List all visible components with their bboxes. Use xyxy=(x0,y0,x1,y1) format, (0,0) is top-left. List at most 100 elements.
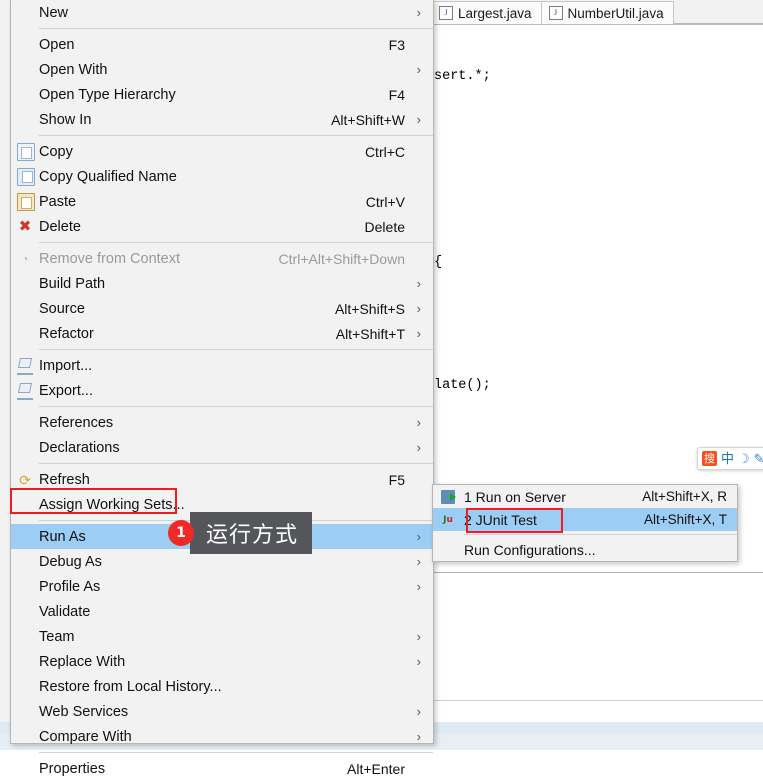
menu-item-label: Open xyxy=(39,36,75,53)
editor-tab-largest[interactable]: J Largest.java xyxy=(431,1,542,24)
menu-item-label: Build Path xyxy=(39,275,106,292)
menu-item-shortcut: Ctrl+V xyxy=(365,193,405,210)
refresh-icon: ⟳ xyxy=(19,471,31,488)
ime-mode-chinese[interactable]: 中 xyxy=(721,451,734,466)
menu-item-new[interactable]: New › xyxy=(11,0,433,25)
chevron-right-icon: › xyxy=(416,415,421,430)
menu-item-shortcut: F5 xyxy=(388,471,405,488)
menu-item-refactor[interactable]: Refactor Alt+Shift+T › xyxy=(11,321,433,346)
editor-tab-label: Largest.java xyxy=(458,5,532,21)
menu-item-open-with[interactable]: Open With › xyxy=(11,57,433,82)
editor-tab-label: NumberUtil.java xyxy=(567,5,664,21)
menu-item-import[interactable]: Import... xyxy=(11,353,433,378)
menu-item-label: Delete xyxy=(39,218,81,235)
submenu-item-shortcut: Alt+Shift+X, R xyxy=(642,489,727,504)
menu-item-references[interactable]: References › xyxy=(11,410,433,435)
menu-separator xyxy=(39,406,433,407)
menu-item-shortcut: Ctrl+C xyxy=(364,143,405,160)
code-line: late(); xyxy=(434,378,491,394)
callout-bubble: 运行方式 xyxy=(180,512,313,554)
menu-separator xyxy=(39,752,433,753)
copy-icon xyxy=(17,142,35,161)
menu-item-paste[interactable]: Paste Ctrl+V xyxy=(11,189,433,214)
chevron-right-icon: › xyxy=(416,729,421,744)
ime-toolbar[interactable]: 搜 中 ☽ ✎ xyxy=(697,447,763,470)
code-line: sert.*; xyxy=(434,69,491,85)
copy-qualified-name-icon xyxy=(17,167,35,186)
chevron-right-icon: › xyxy=(416,440,421,455)
editor-tab-bar: J Largest.java J NumberUtil.java xyxy=(431,0,763,25)
menu-item-refresh[interactable]: ⟳ Refresh F5 xyxy=(11,467,433,492)
menu-item-label: Team xyxy=(39,628,75,645)
menu-item-compare-with[interactable]: Compare With › xyxy=(11,724,433,749)
menu-item-label: Assign Working Sets... xyxy=(39,496,185,513)
menu-item-shortcut: F4 xyxy=(388,86,405,103)
menu-item-label: New xyxy=(39,4,69,21)
menu-item-source[interactable]: Source Alt+Shift+S › xyxy=(11,296,433,321)
java-file-icon: J xyxy=(439,6,453,20)
menu-item-team[interactable]: Team › xyxy=(11,624,433,649)
context-menu[interactable]: New › Open F3 Open With › Open Type Hierarchy F… xyxy=(10,0,434,777)
menu-item-label: Declarations xyxy=(39,439,120,456)
menu-item-shortcut: Alt+Shift+T xyxy=(335,325,405,342)
callout-annotation: 1 运行方式 xyxy=(168,512,313,554)
menu-item-label: Export... xyxy=(39,382,93,399)
menu-item-shortcut: Delete xyxy=(364,218,405,235)
menu-item-label: Properties xyxy=(39,760,106,777)
chevron-right-icon: › xyxy=(416,704,421,719)
menu-item-properties[interactable]: Properties Alt+Enter xyxy=(11,756,433,781)
code-editor-content[interactable]: sert.*; { late(); { 2); sult);//判断是否与预期值… xyxy=(432,26,763,441)
menu-item-label: Show In xyxy=(39,111,92,128)
chevron-right-icon: › xyxy=(416,654,421,669)
menu-item-open[interactable]: Open F3 xyxy=(11,32,433,57)
menu-item-delete[interactable]: ✖ Delete Delete xyxy=(11,214,433,239)
export-icon xyxy=(17,382,33,400)
menu-item-restore-from-local-history[interactable]: Restore from Local History... xyxy=(11,674,433,699)
sogou-logo-icon[interactable]: 搜 xyxy=(702,451,717,466)
menu-item-label: Web Services xyxy=(39,703,129,720)
lower-panel-separator xyxy=(431,700,763,701)
ime-moon-icon[interactable]: ☽ xyxy=(738,451,750,466)
chevron-right-icon: › xyxy=(416,529,421,544)
menu-item-label: Debug As xyxy=(39,553,102,570)
submenu-item-2-junit-test[interactable]: Ju 2 JUnit Test Alt+Shift+X, T xyxy=(433,508,737,531)
menu-separator xyxy=(39,349,433,350)
menu-item-shortcut: Ctrl+Alt+Shift+Down xyxy=(278,250,405,267)
code-line: { xyxy=(434,254,443,270)
submenu-item-1-run-on-server[interactable]: 1 Run on Server Alt+Shift+X, R xyxy=(433,485,737,508)
chevron-right-icon: › xyxy=(416,5,421,20)
menu-item-label: Paste xyxy=(39,193,77,210)
menu-item-profile-as[interactable]: Profile As › xyxy=(11,574,433,599)
menu-item-label: Open Type Hierarchy xyxy=(39,86,176,103)
menu-item-show-in[interactable]: Show In Alt+Shift+W › xyxy=(11,107,433,132)
menu-item-copy-qualified-name[interactable]: Copy Qualified Name xyxy=(11,164,433,189)
editor-tab-numberutil[interactable]: J NumberUtil.java xyxy=(540,1,674,24)
run-as-submenu[interactable]: 1 Run on Server Alt+Shift+X, R Ju 2 JUnit T… xyxy=(432,484,738,562)
context-menu-list[interactable]: New › Open F3 Open With › Open Type Hierarchy F… xyxy=(11,0,433,781)
menu-item-label: Restore from Local History... xyxy=(39,678,222,695)
menu-item-open-type-hierarchy[interactable]: Open Type Hierarchy F4 xyxy=(11,82,433,107)
menu-item-label: Compare With xyxy=(39,728,132,745)
menu-item-validate[interactable]: Validate xyxy=(11,599,433,624)
menu-separator xyxy=(39,28,433,29)
chevron-right-icon: › xyxy=(416,112,421,127)
menu-item-web-services[interactable]: Web Services › xyxy=(11,699,433,724)
menu-item-build-path[interactable]: Build Path › xyxy=(11,271,433,296)
chevron-right-icon: › xyxy=(416,326,421,341)
submenu-item-run-configurations[interactable]: Run Configurations... xyxy=(433,538,737,561)
submenu-item-label: Run Configurations... xyxy=(464,541,596,558)
menu-item-replace-with[interactable]: Replace With › xyxy=(11,649,433,674)
run-as-submenu-list[interactable]: 1 Run on Server Alt+Shift+X, R Ju 2 JUnit T… xyxy=(433,485,737,561)
menu-item-declarations[interactable]: Declarations › xyxy=(11,435,433,460)
menu-item-copy[interactable]: Copy Ctrl+C xyxy=(11,139,433,164)
menu-item-label: Remove from Context xyxy=(39,250,181,267)
submenu-item-label: 1 Run on Server xyxy=(464,488,566,505)
menu-item-label: References xyxy=(39,414,114,431)
menu-item-export[interactable]: Export... xyxy=(11,378,433,403)
remove-from-context-icon: ◔ xyxy=(21,251,29,266)
menu-item-label: Import... xyxy=(39,357,93,374)
ime-extra-icon[interactable]: ✎ xyxy=(754,451,763,466)
